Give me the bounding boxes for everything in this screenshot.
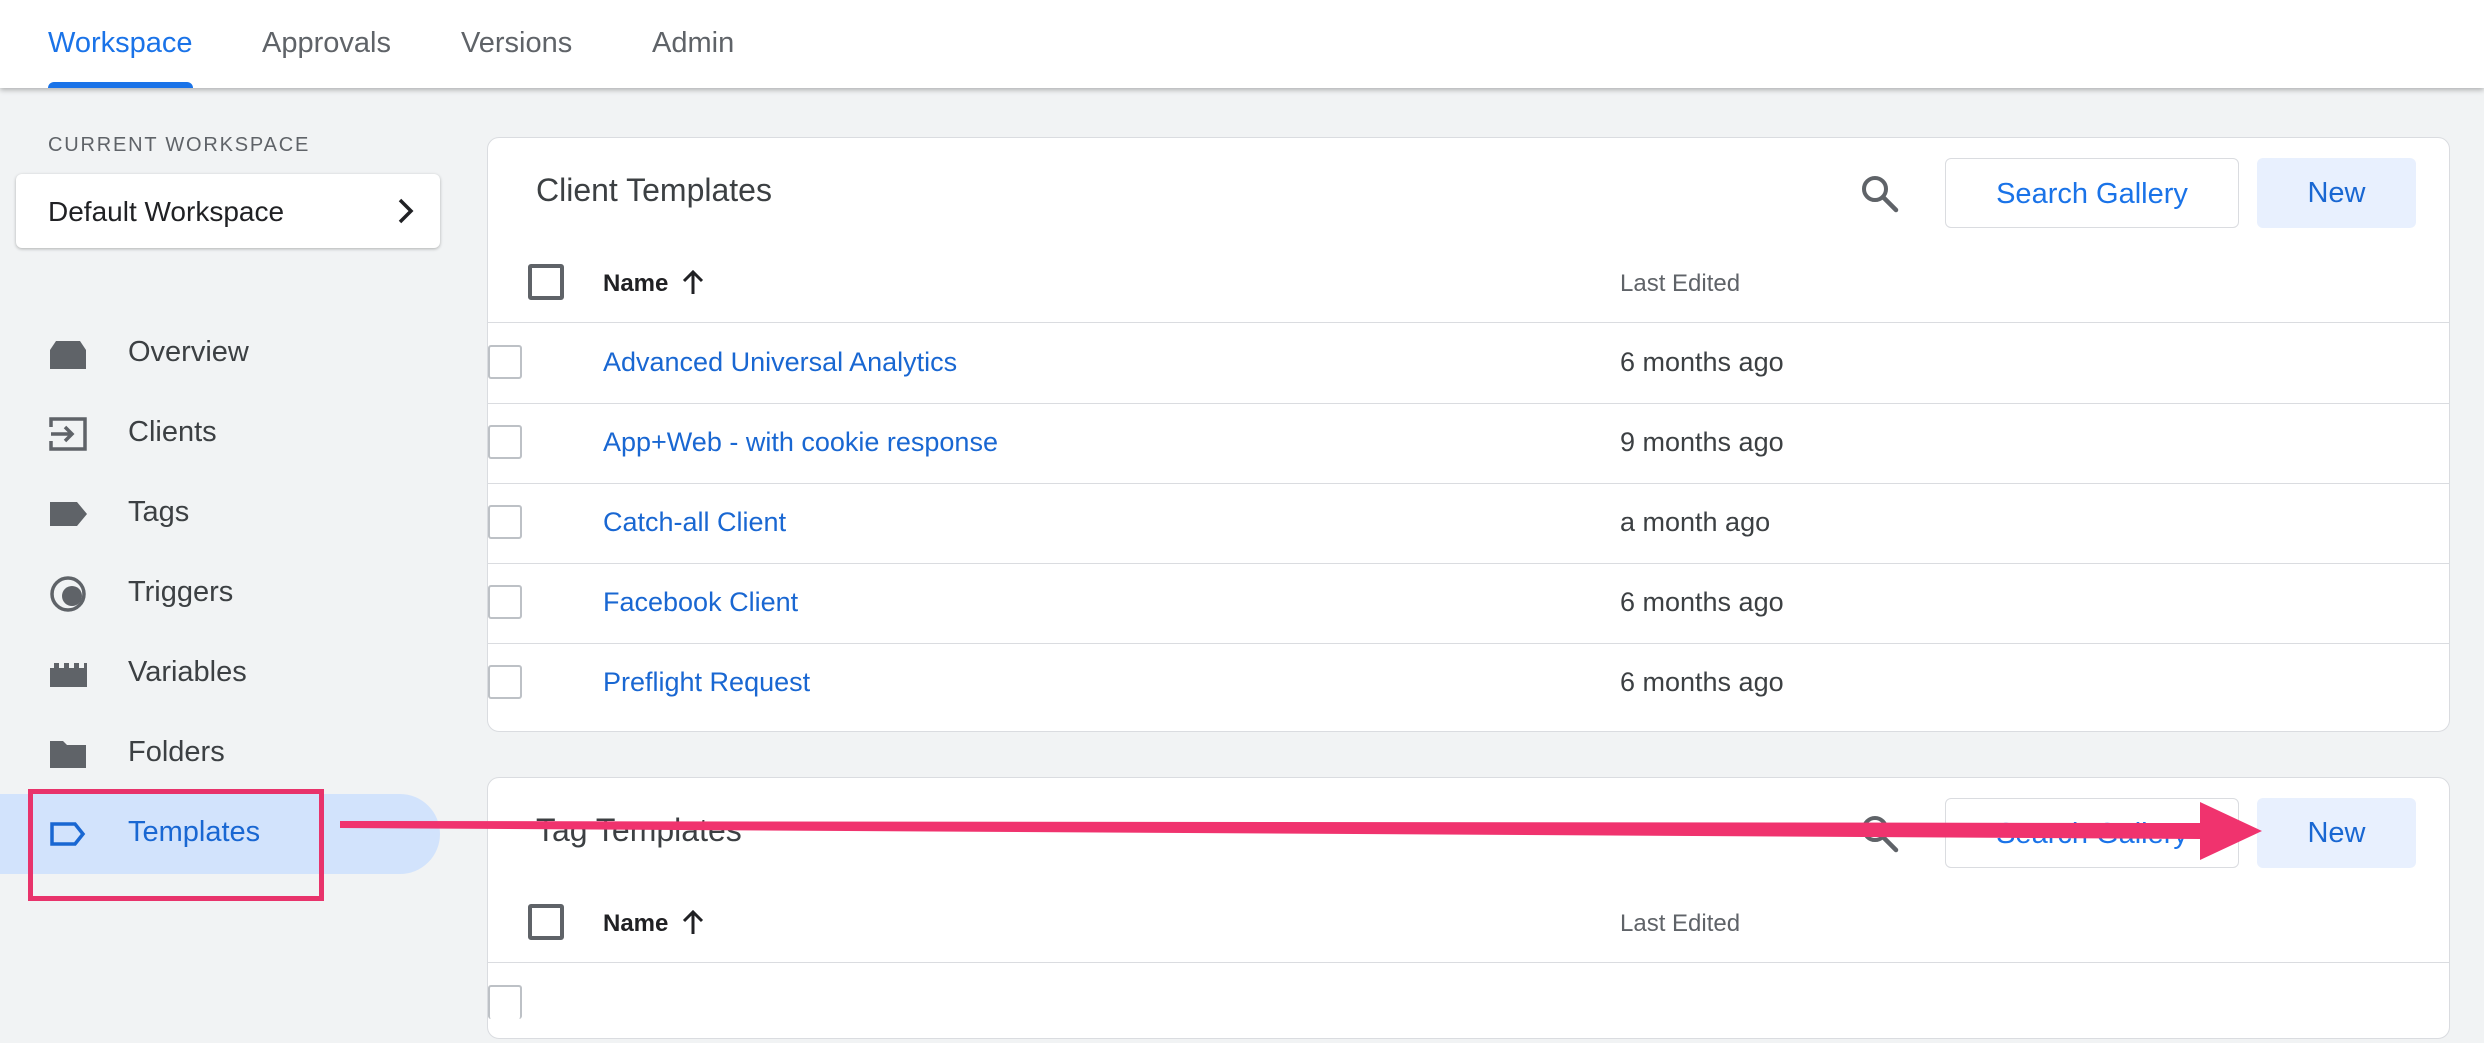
row-checkbox[interactable]	[488, 585, 522, 619]
table-header: Name Last Edited	[488, 882, 2449, 963]
template-name-link[interactable]: App+Web - with cookie response	[603, 427, 998, 458]
overview-icon	[50, 341, 86, 369]
sidebar-item-label: Folders	[128, 736, 225, 768]
tab-workspace[interactable]: Workspace	[48, 0, 193, 88]
sidebar-item-label: Variables	[128, 656, 247, 688]
template-name-link[interactable]: Facebook Client	[603, 587, 798, 618]
template-name-link[interactable]: Preflight Request	[603, 667, 810, 698]
last-edited-value: a month ago	[1620, 507, 1771, 537]
template-name-link[interactable]: Advanced Universal Analytics	[603, 347, 957, 378]
row-checkbox[interactable]	[488, 425, 522, 459]
tab-approvals[interactable]: Approvals	[262, 0, 391, 88]
chevron-right-icon	[398, 198, 414, 224]
sidebar-item-label: Triggers	[128, 576, 234, 608]
select-all-checkbox[interactable]	[528, 264, 564, 300]
sort-ascending-icon[interactable]	[680, 908, 706, 936]
clients-icon	[49, 417, 87, 451]
row-checkbox[interactable]	[488, 505, 522, 539]
new-tag-template-button[interactable]: New	[2257, 798, 2416, 868]
sidebar-item-folders[interactable]: Folders	[0, 714, 440, 794]
sidebar-item-overview[interactable]: Overview	[0, 314, 440, 394]
table-row[interactable]: Facebook Client 6 months ago	[488, 563, 2449, 644]
folder-icon	[50, 741, 86, 768]
last-edited-value: 6 months ago	[1620, 347, 1784, 377]
column-header-name[interactable]: Name	[603, 270, 668, 298]
tab-admin-label: Admin	[652, 27, 735, 59]
new-client-template-button[interactable]: New	[2257, 158, 2416, 228]
client-templates-card: Client Templates Search Gallery New Name…	[487, 137, 2450, 732]
workspace-name: Default Workspace	[48, 196, 285, 227]
select-all-checkbox[interactable]	[528, 904, 564, 940]
last-edited-value: 6 months ago	[1620, 587, 1784, 617]
tag-templates-card: Tag Templates Search Gallery New Name La…	[487, 777, 2450, 1039]
sidebar-item-variables[interactable]: Variables	[0, 634, 440, 714]
table-row[interactable]: App+Web - with cookie response 9 months …	[488, 403, 2449, 484]
last-edited-value: 6 months ago	[1620, 667, 1784, 697]
row-checkbox[interactable]	[488, 665, 522, 699]
sidebar-item-tags[interactable]: Tags	[0, 474, 440, 554]
variables-icon	[50, 663, 87, 687]
sidebar-item-label: Tags	[128, 496, 190, 528]
table-row[interactable]: Catch-all Client a month ago	[488, 483, 2449, 564]
sidebar-item-label: Clients	[128, 416, 217, 448]
search-icon[interactable]	[1858, 812, 1902, 856]
search-icon[interactable]	[1858, 172, 1902, 216]
row-checkbox[interactable]	[488, 345, 522, 379]
sidebar-item-triggers[interactable]: Triggers	[0, 554, 440, 634]
tab-admin[interactable]: Admin	[652, 0, 734, 88]
search-gallery-button[interactable]: Search Gallery	[1945, 798, 2239, 868]
column-header-name[interactable]: Name	[603, 910, 668, 938]
search-gallery-button[interactable]: Search Gallery	[1945, 158, 2239, 228]
sort-ascending-icon[interactable]	[680, 268, 706, 296]
tab-approvals-label: Approvals	[262, 27, 391, 59]
annotation-highlight-box	[28, 789, 324, 901]
last-edited-value: 9 months ago	[1620, 427, 1784, 457]
template-name-link[interactable]: Catch-all Client	[603, 507, 786, 538]
tab-versions[interactable]: Versions	[461, 0, 572, 88]
top-navigation: Workspace Approvals Versions Admin	[0, 0, 2484, 88]
table-row[interactable]: Advanced Universal Analytics 6 months ag…	[488, 323, 2449, 404]
table-header: Name Last Edited	[488, 242, 2449, 323]
tab-versions-label: Versions	[461, 27, 573, 59]
sidebar-item-label: Overview	[128, 336, 249, 368]
tab-workspace-label: Workspace	[48, 27, 193, 59]
tag-icon	[50, 502, 87, 526]
table-row[interactable]: Preflight Request 6 months ago	[488, 643, 2449, 723]
current-workspace-label: CURRENT WORKSPACE	[48, 134, 311, 156]
sidebar-item-clients[interactable]: Clients	[0, 394, 440, 474]
card-title: Tag Templates	[536, 812, 742, 848]
row-checkbox[interactable]	[488, 985, 522, 1019]
trigger-icon	[50, 576, 86, 612]
card-title: Client Templates	[536, 172, 772, 208]
column-header-last-edited[interactable]: Last Edited	[1620, 270, 1740, 298]
active-tab-indicator	[48, 82, 193, 88]
workspace-selector[interactable]: Default Workspace	[16, 174, 440, 248]
table-row[interactable]	[488, 963, 2449, 1043]
column-header-last-edited[interactable]: Last Edited	[1620, 910, 1740, 938]
